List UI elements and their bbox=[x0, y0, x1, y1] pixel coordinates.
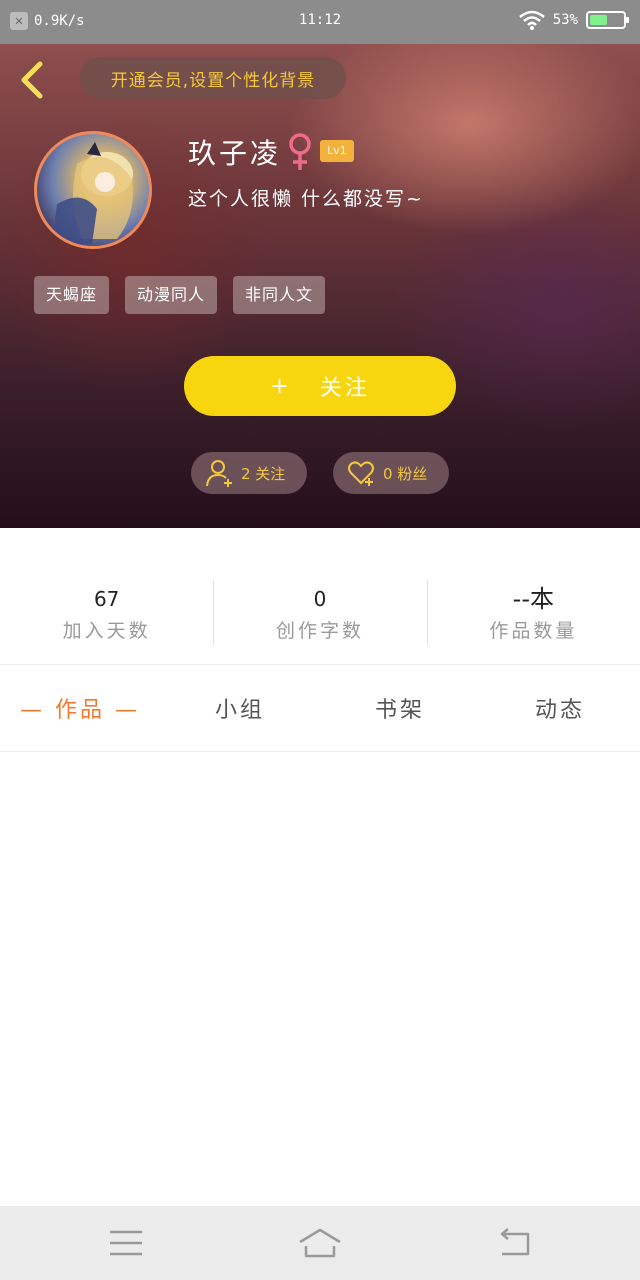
back-arrow-icon[interactable] bbox=[14, 58, 54, 102]
fans-count: 0 粉丝 bbox=[383, 464, 428, 483]
battery-percent: 53% bbox=[552, 12, 578, 28]
avatar[interactable] bbox=[34, 131, 152, 249]
female-icon bbox=[289, 133, 311, 170]
user-bio: 这个人很懒 什么都没写~ bbox=[188, 188, 424, 210]
status-right: 53% bbox=[518, 10, 629, 30]
plus-icon: + bbox=[270, 373, 292, 399]
add-user-icon bbox=[206, 460, 232, 487]
status-bar: ✕ 0.9K/s 11:12 53% bbox=[0, 0, 640, 44]
tag-item[interactable]: 动漫同人 bbox=[125, 276, 218, 314]
home-icon[interactable] bbox=[298, 1226, 342, 1260]
tab-groups[interactable]: 小组 bbox=[160, 692, 320, 724]
following-button[interactable]: 2 关注 bbox=[191, 452, 307, 494]
stat-value: 67 bbox=[93, 587, 120, 611]
vip-prompt-text: 开通会员,设置个性化背景 bbox=[110, 70, 316, 91]
stat-join-days: 67 加入天数 bbox=[0, 578, 213, 648]
battery-level bbox=[590, 15, 607, 25]
tab-activity[interactable]: 动态 bbox=[480, 692, 640, 724]
menu-icon[interactable] bbox=[104, 1226, 148, 1260]
fans-button[interactable]: 0 粉丝 bbox=[333, 452, 449, 494]
wifi-icon bbox=[518, 10, 545, 30]
stat-works-count: --本 作品数量 bbox=[426, 578, 640, 648]
following-count: 2 关注 bbox=[241, 464, 286, 483]
divider bbox=[0, 664, 640, 665]
username: 玖子凌 bbox=[188, 137, 282, 170]
stat-value: --本 bbox=[512, 585, 554, 613]
tag-item[interactable]: 非同人文 bbox=[233, 276, 326, 314]
level-badge: Lv1 bbox=[320, 140, 354, 162]
vip-background-button[interactable]: 开通会员,设置个性化背景 bbox=[80, 57, 346, 99]
profile-tabs: — 作品 — 小组 书架 动态 bbox=[0, 666, 640, 750]
tab-bookshelf[interactable]: 书架 bbox=[320, 692, 480, 724]
tag-item[interactable]: 天蝎座 bbox=[34, 276, 110, 314]
follow-button[interactable]: + 关注 bbox=[184, 356, 456, 416]
stat-label: 作品数量 bbox=[489, 620, 578, 642]
avatar-image bbox=[52, 142, 133, 244]
profile-header: 开通会员,设置个性化背景 玖子凌 Lv1 这个人很懒 什么都没写~ 天蝎座 动漫… bbox=[0, 44, 640, 528]
tag-list: 天蝎座 动漫同人 非同人文 bbox=[34, 276, 326, 314]
heart-plus-icon bbox=[348, 461, 374, 486]
stat-value: 0 bbox=[313, 587, 327, 611]
tab-works[interactable]: — 作品 — bbox=[0, 692, 160, 724]
system-nav-bar bbox=[0, 1206, 640, 1280]
stats-row: 67 加入天数 0 创作字数 --本 作品数量 bbox=[0, 578, 640, 648]
profile-page: ✕ 0.9K/s 11:12 53% 开通会员,设置个性化背景 玖子凌 Lv1 … bbox=[0, 0, 640, 1280]
follow-button-label: 关注 bbox=[319, 376, 370, 401]
stat-label: 加入天数 bbox=[62, 620, 151, 642]
battery-icon bbox=[586, 11, 629, 29]
back-icon[interactable] bbox=[494, 1226, 538, 1260]
stat-label: 创作字数 bbox=[275, 620, 364, 642]
stat-word-count: 0 创作字数 bbox=[213, 578, 426, 648]
divider bbox=[0, 751, 640, 752]
